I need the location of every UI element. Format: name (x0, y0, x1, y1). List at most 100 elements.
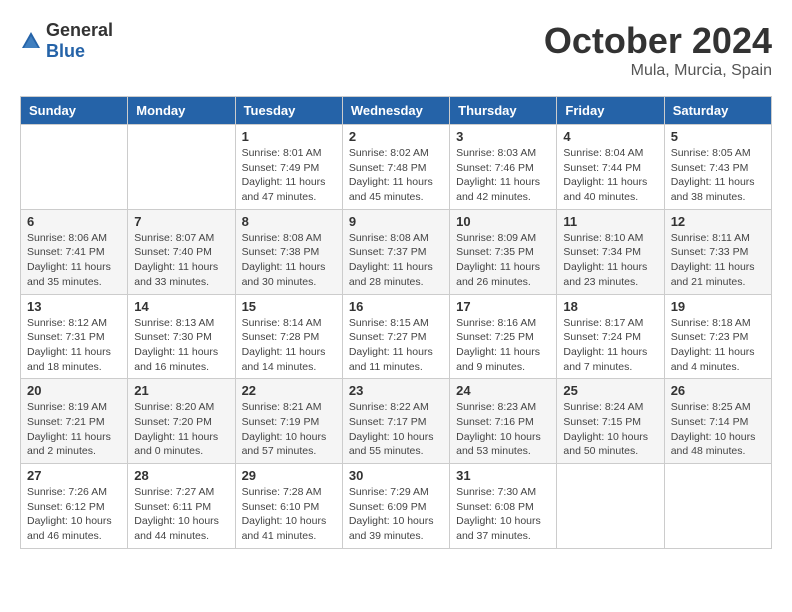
logo: General Blue (20, 20, 113, 62)
calendar-cell: 24 Sunrise: 8:23 AM Sunset: 7:16 PM Dayli… (450, 379, 557, 464)
day-number: 1 (242, 129, 336, 144)
calendar-cell: 19 Sunrise: 8:18 AM Sunset: 7:23 PM Dayli… (664, 294, 771, 379)
day-number: 16 (349, 299, 443, 314)
day-number: 12 (671, 214, 765, 229)
calendar-cell: 30 Sunrise: 7:29 AM Sunset: 6:09 PM Dayli… (342, 464, 449, 549)
calendar-week-row: 1 Sunrise: 8:01 AM Sunset: 7:49 PM Daylig… (21, 125, 772, 210)
day-info: Sunrise: 8:08 AM Sunset: 7:38 PM Dayligh… (242, 231, 336, 290)
day-info: Sunrise: 7:29 AM Sunset: 6:09 PM Dayligh… (349, 485, 443, 544)
day-number: 31 (456, 468, 550, 483)
month-title: October 2024 (544, 20, 772, 62)
day-number: 6 (27, 214, 121, 229)
calendar-cell: 27Sunrise: 7:26 AM Sunset: 6:12 PM Dayli… (21, 464, 128, 549)
day-number: 7 (134, 214, 228, 229)
day-info: Sunrise: 8:21 AM Sunset: 7:19 PM Dayligh… (242, 400, 336, 459)
day-info: Sunrise: 8:13 AM Sunset: 7:30 PM Dayligh… (134, 316, 228, 375)
day-info: Sunrise: 8:25 AM Sunset: 7:14 PM Dayligh… (671, 400, 765, 459)
header: General Blue October 2024 Mula, Murcia, … (20, 20, 772, 80)
day-number: 29 (242, 468, 336, 483)
day-info: Sunrise: 8:09 AM Sunset: 7:35 PM Dayligh… (456, 231, 550, 290)
day-info: Sunrise: 8:08 AM Sunset: 7:37 PM Dayligh… (349, 231, 443, 290)
day-number: 22 (242, 383, 336, 398)
calendar-cell: 15Sunrise: 8:14 AM Sunset: 7:28 PM Dayli… (235, 294, 342, 379)
logo-blue: Blue (46, 41, 85, 61)
day-number: 30 (349, 468, 443, 483)
day-info: Sunrise: 8:15 AM Sunset: 7:27 PM Dayligh… (349, 316, 443, 375)
day-number: 24 (456, 383, 550, 398)
day-info: Sunrise: 8:23 AM Sunset: 7:16 PM Dayligh… (456, 400, 550, 459)
day-number: 14 (134, 299, 228, 314)
day-info: Sunrise: 8:14 AM Sunset: 7:28 PM Dayligh… (242, 316, 336, 375)
day-number: 10 (456, 214, 550, 229)
calendar-cell (664, 464, 771, 549)
calendar-cell: 2 Sunrise: 8:02 AM Sunset: 7:48 PM Daylig… (342, 125, 449, 210)
day-number: 17 (456, 299, 550, 314)
calendar-cell: 13 Sunrise: 8:12 AM Sunset: 7:31 PM Dayli… (21, 294, 128, 379)
calendar-cell: 4Sunrise: 8:04 AM Sunset: 7:44 PM Daylig… (557, 125, 664, 210)
day-info: Sunrise: 8:04 AM Sunset: 7:44 PM Dayligh… (563, 146, 657, 205)
calendar-cell: 1 Sunrise: 8:01 AM Sunset: 7:49 PM Daylig… (235, 125, 342, 210)
day-info: Sunrise: 7:26 AM Sunset: 6:12 PM Dayligh… (27, 485, 121, 544)
day-number: 2 (349, 129, 443, 144)
calendar-cell: 14 Sunrise: 8:13 AM Sunset: 7:30 PM Dayli… (128, 294, 235, 379)
calendar-cell: 22 Sunrise: 8:21 AM Sunset: 7:19 PM Dayli… (235, 379, 342, 464)
weekday-header: Tuesday (235, 97, 342, 125)
calendar-cell: 3 Sunrise: 8:03 AM Sunset: 7:46 PM Daylig… (450, 125, 557, 210)
calendar-week-row: 27Sunrise: 7:26 AM Sunset: 6:12 PM Dayli… (21, 464, 772, 549)
day-info: Sunrise: 7:28 AM Sunset: 6:10 PM Dayligh… (242, 485, 336, 544)
calendar-cell: 6 Sunrise: 8:06 AM Sunset: 7:41 PM Daylig… (21, 209, 128, 294)
weekday-header: Saturday (664, 97, 771, 125)
calendar-week-row: 6 Sunrise: 8:06 AM Sunset: 7:41 PM Daylig… (21, 209, 772, 294)
day-info: Sunrise: 8:16 AM Sunset: 7:25 PM Dayligh… (456, 316, 550, 375)
calendar-cell: 18Sunrise: 8:17 AM Sunset: 7:24 PM Dayli… (557, 294, 664, 379)
calendar-cell: 10 Sunrise: 8:09 AM Sunset: 7:35 PM Dayli… (450, 209, 557, 294)
day-number: 11 (563, 214, 657, 229)
calendar-cell: 31 Sunrise: 7:30 AM Sunset: 6:08 PM Dayli… (450, 464, 557, 549)
day-info: Sunrise: 8:19 AM Sunset: 7:21 PM Dayligh… (27, 400, 121, 459)
weekday-header-row: SundayMondayTuesdayWednesdayThursdayFrid… (21, 97, 772, 125)
day-info: Sunrise: 8:07 AM Sunset: 7:40 PM Dayligh… (134, 231, 228, 290)
title-block: October 2024 Mula, Murcia, Spain (544, 20, 772, 80)
weekday-header: Friday (557, 97, 664, 125)
calendar-cell: 7 Sunrise: 8:07 AM Sunset: 7:40 PM Daylig… (128, 209, 235, 294)
day-number: 25 (563, 383, 657, 398)
calendar-cell: 8Sunrise: 8:08 AM Sunset: 7:38 PM Daylig… (235, 209, 342, 294)
calendar-cell: 21 Sunrise: 8:20 AM Sunset: 7:20 PM Dayli… (128, 379, 235, 464)
day-info: Sunrise: 7:30 AM Sunset: 6:08 PM Dayligh… (456, 485, 550, 544)
logo-general: General (46, 20, 113, 40)
weekday-header: Sunday (21, 97, 128, 125)
day-info: Sunrise: 8:02 AM Sunset: 7:48 PM Dayligh… (349, 146, 443, 205)
calendar-cell: 29 Sunrise: 7:28 AM Sunset: 6:10 PM Dayli… (235, 464, 342, 549)
day-number: 13 (27, 299, 121, 314)
day-number: 19 (671, 299, 765, 314)
day-number: 18 (563, 299, 657, 314)
calendar-cell: 26Sunrise: 8:25 AM Sunset: 7:14 PM Dayli… (664, 379, 771, 464)
day-number: 5 (671, 129, 765, 144)
weekday-header: Monday (128, 97, 235, 125)
day-info: Sunrise: 8:01 AM Sunset: 7:49 PM Dayligh… (242, 146, 336, 205)
logo-text: General Blue (46, 20, 113, 62)
logo-icon (20, 30, 42, 52)
day-number: 23 (349, 383, 443, 398)
weekday-header: Wednesday (342, 97, 449, 125)
day-number: 28 (134, 468, 228, 483)
day-info: Sunrise: 8:12 AM Sunset: 7:31 PM Dayligh… (27, 316, 121, 375)
calendar-cell: 25Sunrise: 8:24 AM Sunset: 7:15 PM Dayli… (557, 379, 664, 464)
day-info: Sunrise: 8:18 AM Sunset: 7:23 PM Dayligh… (671, 316, 765, 375)
day-info: Sunrise: 8:03 AM Sunset: 7:46 PM Dayligh… (456, 146, 550, 205)
day-info: Sunrise: 8:22 AM Sunset: 7:17 PM Dayligh… (349, 400, 443, 459)
day-number: 21 (134, 383, 228, 398)
day-info: Sunrise: 8:20 AM Sunset: 7:20 PM Dayligh… (134, 400, 228, 459)
day-info: Sunrise: 8:06 AM Sunset: 7:41 PM Dayligh… (27, 231, 121, 290)
calendar: SundayMondayTuesdayWednesdayThursdayFrid… (20, 96, 772, 549)
calendar-cell: 11Sunrise: 8:10 AM Sunset: 7:34 PM Dayli… (557, 209, 664, 294)
weekday-header: Thursday (450, 97, 557, 125)
calendar-cell: 23 Sunrise: 8:22 AM Sunset: 7:17 PM Dayli… (342, 379, 449, 464)
day-info: Sunrise: 8:05 AM Sunset: 7:43 PM Dayligh… (671, 146, 765, 205)
calendar-week-row: 20 Sunrise: 8:19 AM Sunset: 7:21 PM Dayli… (21, 379, 772, 464)
calendar-cell: 12Sunrise: 8:11 AM Sunset: 7:33 PM Dayli… (664, 209, 771, 294)
day-number: 20 (27, 383, 121, 398)
day-number: 3 (456, 129, 550, 144)
location: Mula, Murcia, Spain (544, 62, 772, 80)
calendar-cell (128, 125, 235, 210)
